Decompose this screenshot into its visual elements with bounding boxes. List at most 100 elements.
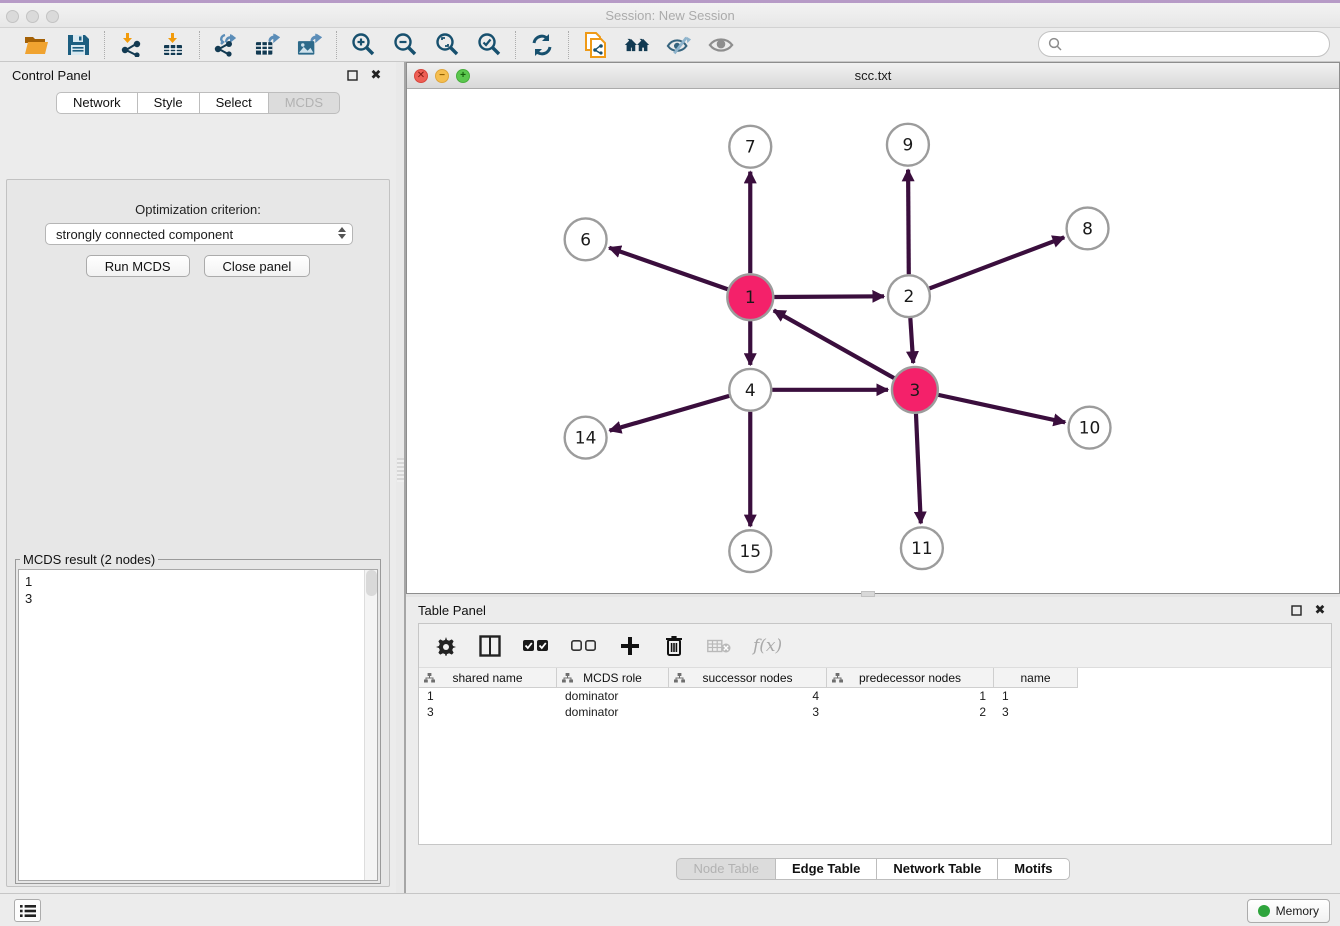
edge-3-1[interactable] [774, 310, 894, 378]
column-header-predecessor-nodes[interactable]: predecessor nodes [827, 668, 994, 688]
tab-motifs[interactable]: Motifs [998, 858, 1069, 880]
refresh-icon[interactable] [529, 32, 555, 58]
mcds-result-area[interactable]: 1 3 [18, 569, 378, 881]
float-panel-icon[interactable] [344, 67, 360, 83]
node-label-1: 1 [745, 287, 756, 307]
vertical-split-divider[interactable] [396, 62, 406, 893]
close-panel-icon[interactable]: ✖ [368, 67, 384, 83]
column-header-name[interactable]: name [994, 668, 1078, 688]
float-table-panel-icon[interactable] [1288, 602, 1304, 618]
export-table-icon[interactable] [255, 32, 281, 58]
import-network-icon[interactable] [118, 32, 144, 58]
tab-node-table[interactable]: Node Table [676, 858, 776, 880]
mcds-result-box: MCDS result (2 nodes) 1 3 [15, 552, 381, 884]
column-header-mcds-role[interactable]: MCDS role [557, 668, 669, 688]
tab-network[interactable]: Network [56, 92, 138, 114]
split-panel-icon[interactable] [479, 634, 501, 658]
show-all-icon[interactable] [708, 32, 734, 58]
search-box[interactable] [1038, 31, 1330, 57]
edge-1-6[interactable] [609, 248, 728, 290]
zoom-selected-icon[interactable] [476, 32, 502, 58]
tab-select[interactable]: Select [200, 92, 269, 114]
delete-table-icon [707, 634, 731, 658]
mcds-tab-content: Optimization criterion: strongly connect… [6, 179, 390, 887]
result-scrollbar[interactable] [364, 570, 377, 880]
network-graph[interactable]: 7968124314101511 [407, 89, 1339, 593]
tab-mcds[interactable]: MCDS [269, 92, 340, 114]
attribute-tree-icon [674, 673, 685, 683]
optimization-criterion-label: Optimization criterion: [7, 202, 389, 217]
criterion-select[interactable]: strongly connected component [45, 223, 353, 245]
control-panel: Control Panel ✖ NetworkStyleSelectMCDS O… [0, 62, 396, 893]
zoom-out-icon[interactable] [392, 32, 418, 58]
table-row[interactable]: 3dominator323 [419, 704, 1331, 720]
network-canvas[interactable]: 7968124314101511 [407, 89, 1339, 593]
hide-selected-icon[interactable] [666, 32, 692, 58]
cell-successor-nodes[interactable]: 4 [669, 688, 827, 704]
unselect-all-columns-icon[interactable] [571, 634, 597, 658]
zoom-in-icon[interactable] [350, 32, 376, 58]
export-image-icon[interactable] [297, 32, 323, 58]
attribute-tree-icon [832, 673, 843, 683]
edge-4-14[interactable] [610, 396, 730, 431]
cell-predecessor-nodes[interactable]: 1 [827, 688, 994, 704]
edge-3-11[interactable] [916, 414, 921, 524]
cell-mcds-role[interactable]: dominator [557, 688, 669, 704]
table-panel: Table Panel ✖ [406, 597, 1340, 890]
new-network-from-selection-icon[interactable] [582, 32, 608, 58]
list-icon [20, 904, 36, 918]
select-all-columns-icon[interactable] [523, 634, 549, 658]
status-bar: Memory [0, 893, 1340, 926]
node-label-7: 7 [745, 137, 756, 157]
tab-style[interactable]: Style [138, 92, 200, 114]
column-header-successor-nodes[interactable]: successor nodes [669, 668, 827, 688]
network-window-titlebar[interactable]: ✕ − + scc.txt [407, 63, 1339, 89]
criterion-select-value: strongly connected component [56, 227, 233, 242]
memory-button[interactable]: Memory [1247, 899, 1330, 923]
run-mcds-button[interactable]: Run MCDS [86, 255, 190, 277]
edge-3-10[interactable] [938, 395, 1065, 422]
node-label-8: 8 [1082, 218, 1093, 238]
column-header-shared-name[interactable]: shared name [419, 668, 557, 688]
main-toolbar [0, 28, 1340, 62]
mcds-result-title: MCDS result (2 nodes) [20, 552, 158, 567]
save-session-icon[interactable] [65, 32, 91, 58]
edge-2-8[interactable] [929, 237, 1064, 288]
cell-successor-nodes[interactable]: 3 [669, 704, 827, 720]
table-row[interactable]: 1dominator411 [419, 688, 1331, 704]
edge-2-9[interactable] [908, 170, 909, 275]
cell-mcds-role[interactable]: dominator [557, 704, 669, 720]
cell-predecessor-nodes[interactable]: 2 [827, 704, 994, 720]
titlebar: Session: New Session [0, 0, 1340, 28]
cell-name[interactable]: 1 [994, 688, 1078, 704]
tab-network-table[interactable]: Network Table [877, 858, 998, 880]
import-table-icon[interactable] [160, 32, 186, 58]
edge-2-3[interactable] [910, 318, 913, 363]
export-network-icon[interactable] [213, 32, 239, 58]
node-label-2: 2 [904, 286, 915, 306]
node-label-11: 11 [911, 538, 933, 558]
zoom-fit-icon[interactable] [434, 32, 460, 58]
search-input[interactable] [1067, 37, 1329, 51]
show-panels-list-button[interactable] [14, 899, 41, 922]
column-header-label: name [1020, 671, 1050, 685]
edge-1-2[interactable] [774, 296, 884, 297]
delete-column-icon[interactable] [663, 634, 685, 658]
memory-button-label: Memory [1276, 904, 1319, 918]
open-file-icon[interactable] [23, 32, 49, 58]
cell-shared-name[interactable]: 3 [419, 704, 557, 720]
node-label-9: 9 [903, 135, 914, 155]
column-header-label: shared name [452, 671, 522, 685]
cell-name[interactable]: 3 [994, 704, 1078, 720]
attribute-tree-icon [562, 673, 573, 683]
gear-icon[interactable] [435, 634, 457, 658]
close-table-panel-icon[interactable]: ✖ [1312, 602, 1328, 618]
cell-shared-name[interactable]: 1 [419, 688, 557, 704]
divider-grip[interactable] [397, 458, 404, 482]
table-header-row: shared name MCDS rolesuccessor nodesprede… [419, 668, 1331, 688]
add-column-icon[interactable] [619, 634, 641, 658]
tab-edge-table[interactable]: Edge Table [776, 858, 877, 880]
node-label-10: 10 [1079, 418, 1101, 438]
close-panel-button[interactable]: Close panel [204, 255, 311, 277]
first-neighbors-icon[interactable] [624, 32, 650, 58]
